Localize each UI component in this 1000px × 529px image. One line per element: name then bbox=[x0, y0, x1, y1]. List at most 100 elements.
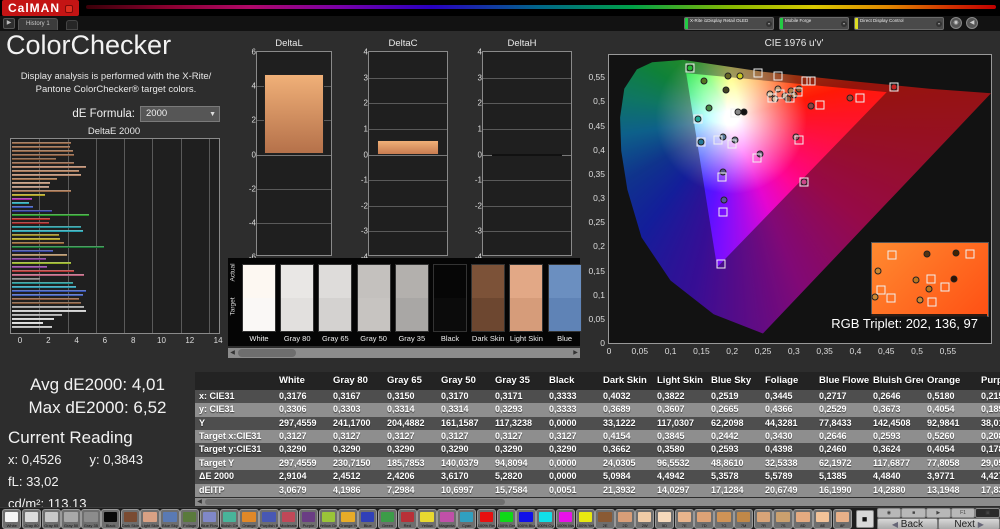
patch-chip-2w[interactable]: 2W bbox=[635, 508, 655, 529]
chip-color bbox=[677, 511, 691, 522]
patch-chip-100--blue[interactable]: 100% Blue bbox=[516, 508, 536, 529]
next-button[interactable]: Next ▶ bbox=[938, 517, 1000, 529]
patch-gray-80[interactable] bbox=[280, 264, 315, 332]
chip-color bbox=[301, 511, 316, 522]
patch-dark-skin[interactable] bbox=[471, 264, 506, 332]
patch-chip-bluish-green[interactable]: Bluish Green bbox=[219, 508, 239, 529]
patch-chip-7g[interactable]: 7G bbox=[714, 508, 734, 529]
patch-gray-65[interactable] bbox=[318, 264, 353, 332]
transport-button[interactable]: ■ bbox=[901, 507, 926, 518]
chip-color bbox=[341, 511, 355, 522]
chip-label: Red bbox=[403, 522, 411, 528]
patch-chip-2e[interactable]: 2E bbox=[595, 508, 615, 529]
tab-history-1[interactable]: History 1 bbox=[18, 18, 58, 30]
tab-add-stub[interactable] bbox=[66, 20, 78, 30]
logo-menu-button[interactable] bbox=[65, 4, 74, 13]
patch-chip-light-skin[interactable]: Light Skin bbox=[140, 508, 160, 529]
transport-button[interactable]: F1 bbox=[950, 507, 976, 518]
stop-measure-button[interactable]: ■ bbox=[855, 509, 874, 528]
transport-button[interactable]: ◉ bbox=[876, 507, 902, 518]
patch-chip-7e[interactable]: 7E bbox=[674, 508, 694, 529]
deltae-bar bbox=[12, 302, 82, 305]
patch-chip-blue[interactable]: Blue bbox=[358, 508, 378, 529]
patch-chip-yellow-green[interactable]: Yellow Green bbox=[318, 508, 338, 529]
patch-target bbox=[395, 298, 428, 331]
patch-chip-100--green[interactable]: 100% Green bbox=[496, 508, 516, 529]
table-cell: 0,3167 bbox=[333, 390, 361, 401]
patch-chip-100--cyan[interactable]: 100% Cyan bbox=[536, 508, 556, 529]
patch-chip-purple[interactable]: Purple bbox=[298, 508, 319, 529]
patch-chip-yellow[interactable]: Yellow bbox=[417, 508, 437, 529]
patch-black[interactable] bbox=[433, 264, 467, 332]
patch-chip-7r[interactable]: 7R bbox=[753, 508, 774, 529]
settings-gear-icon[interactable]: ◉ bbox=[950, 17, 962, 29]
patch-chip-8f[interactable]: 8F bbox=[832, 508, 853, 529]
patch-gray-35[interactable] bbox=[394, 264, 429, 332]
patch-chip-gray-65[interactable]: Gray 65 bbox=[41, 508, 61, 529]
table-cell: 7,2984 bbox=[387, 484, 415, 495]
patch-chip-100--magenta[interactable]: 100% Magenta bbox=[555, 508, 576, 529]
patch-chip-100--yellow[interactable]: 100% Yellow bbox=[575, 508, 596, 529]
scrollbar-thumb[interactable] bbox=[205, 499, 505, 505]
deltae-bar bbox=[12, 318, 55, 321]
patch-chip-dark-skin[interactable]: Dark Skin bbox=[120, 508, 141, 529]
meter-device-button[interactable]: X-Rite i1Display Retail OLED ▾ bbox=[684, 17, 774, 30]
deltae-bar bbox=[12, 230, 83, 233]
patch-chip-orange[interactable]: Orange bbox=[239, 508, 259, 529]
patch-chip-8e[interactable]: 8E bbox=[813, 508, 833, 529]
patch-chip-gray-80[interactable]: Gray 80 bbox=[21, 508, 42, 529]
y-tick-label: 0,55 bbox=[588, 72, 605, 83]
patch-chip-100--red[interactable]: 100% Red bbox=[476, 508, 497, 529]
patch-chip-7d[interactable]: 7D bbox=[694, 508, 714, 529]
deltae-chart-x-axis: 0 2 4 6 8 10 12 14 bbox=[10, 336, 223, 346]
de-formula-dropdown[interactable]: 2000 ▼ bbox=[140, 106, 220, 122]
patch-chip-magenta[interactable]: Magenta bbox=[437, 508, 457, 529]
patch-strip-scrollbar[interactable]: ◀ ▶ bbox=[228, 348, 580, 358]
patch-chip-purplish-blue[interactable]: Purplish Blue bbox=[259, 508, 279, 529]
patch-white[interactable] bbox=[242, 264, 276, 332]
current-reading-heading: Current Reading bbox=[8, 428, 133, 447]
table-scrollbar[interactable]: ◀ bbox=[195, 498, 1000, 506]
transport-button[interactable]: ▣ bbox=[975, 507, 1000, 518]
patch-chip-7m[interactable]: 7M bbox=[733, 508, 754, 529]
patch-chip-2d[interactable]: 2D bbox=[615, 508, 635, 529]
patch-chip-green[interactable]: Green bbox=[377, 508, 398, 529]
chip-label: Light Skin bbox=[141, 522, 159, 528]
patch-chip-blue-flower[interactable]: Blue Flower bbox=[199, 508, 220, 529]
deltae-bar bbox=[12, 214, 90, 217]
patch-gray-50[interactable] bbox=[356, 264, 391, 332]
table-cell: 0,3127 bbox=[333, 430, 361, 441]
patch-chip-gray-35[interactable]: Gray 35 bbox=[81, 508, 101, 529]
scroll-right-icon[interactable]: ▶ bbox=[571, 348, 580, 358]
source-device-button[interactable]: Mobile Forge ▾ bbox=[779, 17, 849, 30]
patch-chip-moderate-red[interactable]: Moderate Red bbox=[278, 508, 299, 529]
patch-chip-black[interactable]: Black bbox=[100, 508, 121, 529]
collapse-panel-icon[interactable]: ◀ bbox=[966, 17, 978, 29]
patch-chip-5d[interactable]: 5D bbox=[654, 508, 675, 529]
scrollbar-thumb[interactable] bbox=[238, 349, 296, 357]
patch-chip-7s[interactable]: 7S bbox=[773, 508, 793, 529]
target-marker bbox=[876, 285, 886, 295]
session-play-icon[interactable]: ▶ bbox=[3, 18, 15, 29]
patch-chip-foliage[interactable]: Foliage bbox=[180, 508, 200, 529]
gridline bbox=[369, 103, 447, 105]
transport-button[interactable]: ▶ bbox=[925, 507, 951, 518]
patch-chip-blue-sky[interactable]: Blue Sky bbox=[160, 508, 180, 529]
target-marker bbox=[752, 153, 762, 163]
y-tick-label: 6 bbox=[251, 47, 256, 57]
scroll-left-icon[interactable]: ◀ bbox=[228, 348, 237, 358]
patch-chip-red[interactable]: Red bbox=[397, 508, 418, 529]
patch-chip-cyan[interactable]: Cyan bbox=[456, 508, 477, 529]
patch-light-skin[interactable] bbox=[509, 264, 544, 332]
chip-color bbox=[183, 511, 197, 522]
display-control-button[interactable]: Direct Display Control ▾ bbox=[854, 17, 944, 30]
column-header: Purpli bbox=[981, 375, 1000, 386]
patch-chip-white[interactable]: White bbox=[2, 508, 22, 529]
patch-chip-gray-50[interactable]: Gray 50 bbox=[61, 508, 81, 529]
next-arrow-icon: ▶ bbox=[977, 519, 984, 529]
gridline bbox=[369, 231, 447, 233]
patch-chip-8d[interactable]: 8D bbox=[793, 508, 813, 529]
back-button[interactable]: ◀ Back bbox=[876, 517, 939, 529]
patch-chip-orange-yellow[interactable]: Orange Yellow bbox=[338, 508, 358, 529]
patch-blue[interactable] bbox=[547, 264, 582, 332]
